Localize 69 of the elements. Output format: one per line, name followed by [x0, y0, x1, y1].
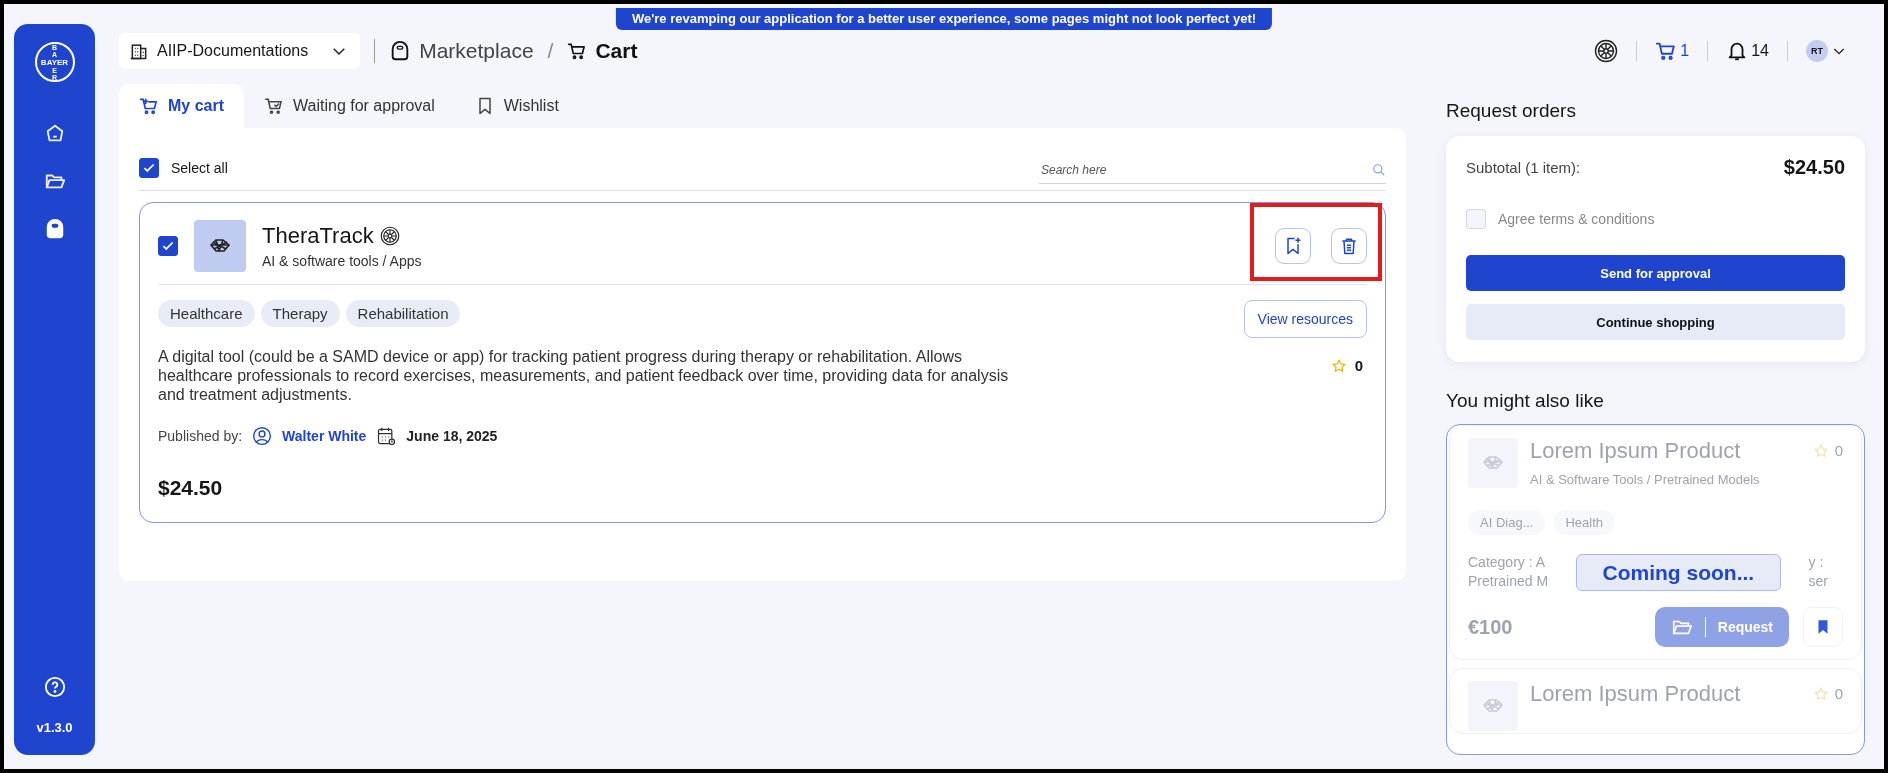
- search-field[interactable]: Search here: [1039, 162, 1372, 177]
- cart-count[interactable]: 1: [1680, 42, 1690, 60]
- publish-date: June 18, 2025: [406, 428, 498, 444]
- coming-soon-label: Coming soon...: [1575, 553, 1782, 591]
- cart-check-icon: [264, 96, 285, 116]
- product-category: AI & Software Tools / Pretrained Models: [1530, 472, 1760, 487]
- product-price: $24.50: [158, 476, 224, 500]
- search-icon: [1372, 162, 1386, 177]
- check-icon: [142, 161, 156, 175]
- description-fragment: y :: [1808, 553, 1825, 572]
- check-icon: [161, 239, 175, 253]
- star-icon: [1812, 685, 1829, 702]
- description-fragment: Pretrained M: [1468, 572, 1549, 591]
- terms-checkbox[interactable]: [1466, 209, 1486, 229]
- tag: Rehabilitation: [345, 300, 461, 327]
- checkbox[interactable]: [139, 158, 159, 178]
- product-description: A digital tool (could be a SAMD device or app) for tracking patient progress during therapy or rehabilitation. Allows healthcare professionals to record exercises, measurements, and patient feedback over time, providing data for analysis and treatment adjustments.: [158, 347, 1010, 404]
- star-icon: [1812, 442, 1829, 459]
- cart-plus-icon: [139, 96, 159, 116]
- announcement-banner: We're revamping our application for a better user experience, some pages might not look perfect yet!: [615, 8, 1273, 30]
- rosette-icon: [379, 226, 400, 246]
- workspace-dropdown[interactable]: AIIP-Documentations: [119, 33, 361, 69]
- rating-count: 0: [1354, 357, 1363, 374]
- continue-shopping-button[interactable]: Continue shopping: [1466, 304, 1845, 340]
- add-to-wishlist-button[interactable]: [1275, 228, 1311, 264]
- rating-count: 0: [1834, 685, 1843, 702]
- user-avatar[interactable]: RT: [1806, 40, 1828, 62]
- trash-icon: [1339, 236, 1359, 256]
- delete-button[interactable]: [1331, 228, 1367, 264]
- tab[interactable]: My cart: [119, 84, 245, 128]
- item-checkbox[interactable]: [158, 236, 178, 256]
- tag: Healthcare: [158, 300, 255, 327]
- user-icon: [252, 426, 273, 446]
- notification-count[interactable]: 14: [1751, 42, 1769, 60]
- section-title: Request orders: [1446, 100, 1577, 122]
- version-label: v1.3.0: [36, 720, 73, 735]
- select-all-label: Select all: [171, 160, 228, 176]
- breadcrumb-item[interactable]: Marketplace: [419, 39, 534, 63]
- subtotal-label: Subtotal (1 item):: [1466, 159, 1581, 176]
- product-title: TheraTrack: [262, 223, 374, 249]
- tag: AI Diag...: [1468, 510, 1546, 535]
- published-by-label: Published by:: [158, 428, 243, 444]
- product-price: €100: [1468, 615, 1513, 639]
- rosette-icon: [1594, 39, 1619, 63]
- tag: Health: [1553, 510, 1616, 535]
- bookmark-button[interactable]: [1803, 607, 1843, 647]
- product-category: AI & software tools / Apps: [262, 253, 422, 269]
- description-fragment: Category : A: [1468, 553, 1547, 572]
- description-fragment: ser: [1808, 572, 1828, 591]
- terms-label: Agree terms & conditions: [1498, 211, 1655, 227]
- view-resources-button[interactable]: View resources: [1243, 300, 1367, 338]
- breadcrumb-separator: /: [547, 39, 554, 63]
- cart-icon: [567, 41, 588, 61]
- section-title: You might also like: [1446, 390, 1605, 412]
- tag: Therapy: [260, 300, 340, 327]
- send-for-approval-button[interactable]: Send for approval: [1466, 255, 1845, 291]
- tab[interactable]: Wishlist: [454, 84, 579, 128]
- subtotal-amount: $24.50: [1783, 156, 1845, 179]
- product-title: Lorem Ipsum Product: [1530, 681, 1741, 707]
- help-icon[interactable]: [43, 676, 66, 698]
- star-icon: [1330, 357, 1347, 374]
- product-title: Lorem Ipsum Product: [1530, 438, 1742, 464]
- cart-icon: [1655, 40, 1678, 62]
- tab[interactable]: Waiting for approval: [244, 84, 455, 128]
- publisher-link[interactable]: Walter White: [282, 428, 367, 444]
- rating-count: 0: [1834, 442, 1843, 459]
- calendar-icon: [376, 426, 397, 446]
- building-icon: [129, 41, 149, 61]
- breadcrumb-item: Cart: [595, 39, 638, 63]
